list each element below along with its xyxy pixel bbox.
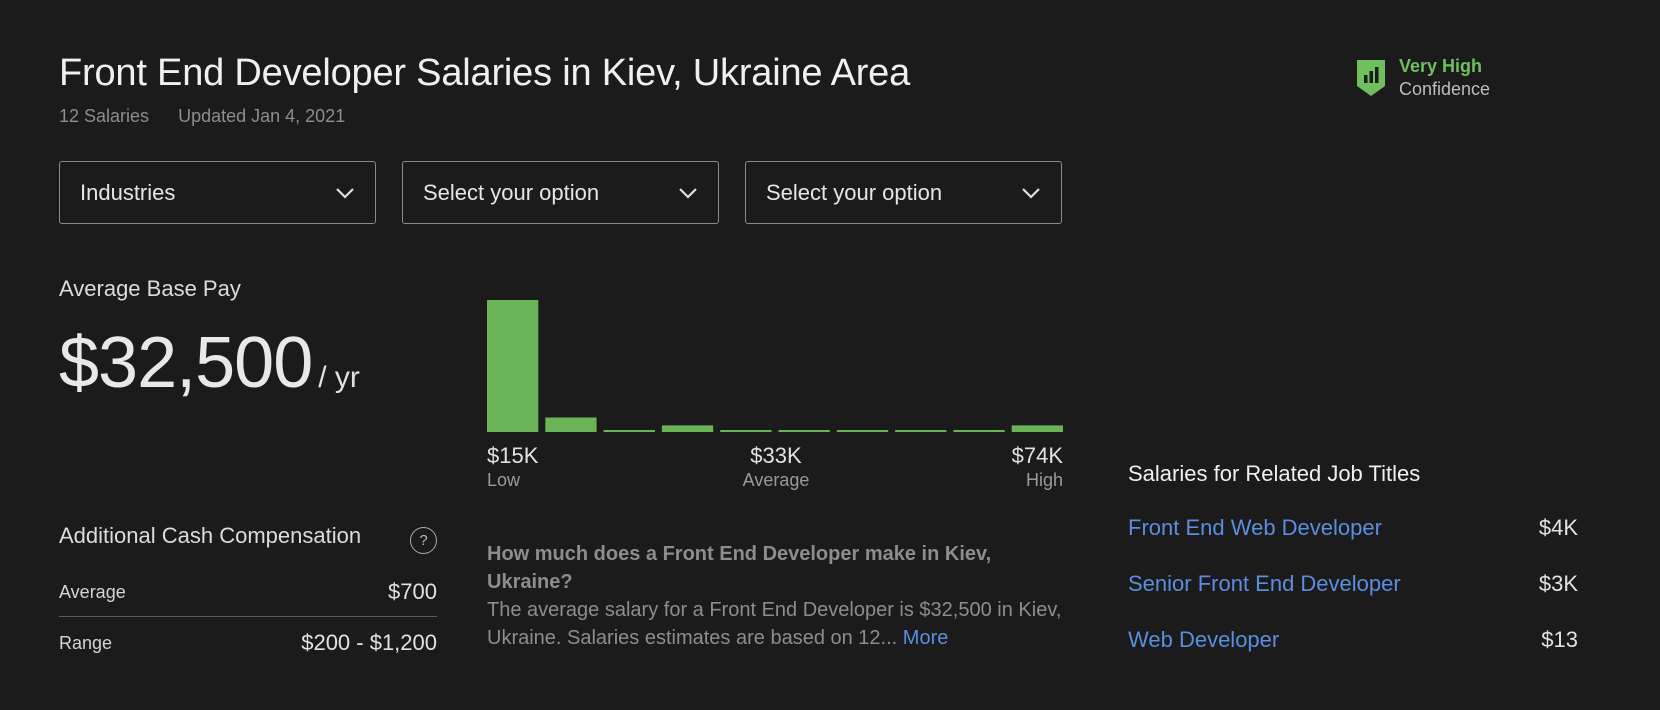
related-job-link[interactable]: Senior Front End Developer	[1128, 571, 1401, 597]
dropdown-label: Select your option	[423, 179, 600, 205]
salary-faq: How much does a Front End Developer make…	[487, 540, 1067, 652]
confidence-badge: Very High Confidence	[1355, 55, 1490, 101]
chevron-down-icon	[679, 187, 697, 199]
updated-date: Updated Jan 4, 2021	[178, 106, 346, 126]
option-dropdown-1[interactable]: Select your option	[402, 161, 719, 224]
additional-cash-title: Additional Cash Compensation	[59, 523, 362, 548]
row-divider	[59, 616, 437, 617]
dropdown-label: Select your option	[766, 179, 943, 205]
axis-low-value: $15K	[487, 443, 539, 468]
histogram-bar	[603, 430, 655, 432]
chevron-down-icon	[1022, 187, 1040, 199]
additional-cash-range-row: Range $200 - $1,200	[59, 627, 437, 659]
faq-question: How much does a Front End Developer make…	[487, 543, 992, 593]
related-job-item: Web Developer $13	[1128, 627, 1578, 653]
salary-count: 12 Salaries	[59, 106, 150, 126]
related-job-pay: $4K	[1538, 515, 1578, 540]
dropdown-label: Industries	[80, 179, 176, 205]
option-dropdown-2[interactable]: Select your option	[745, 161, 1062, 224]
additional-cash-average-row: Average $700	[59, 576, 437, 608]
question-circle-icon[interactable]: ?	[410, 527, 437, 554]
axis-high: $74K High	[1003, 444, 1063, 492]
base-pay-label: Average Base Pay	[59, 276, 241, 301]
row-value: $700	[388, 579, 437, 604]
histogram-bar	[661, 425, 714, 432]
histogram-bar	[487, 300, 539, 432]
axis-low-label: Low	[487, 470, 521, 490]
axis-average: $33K Average	[741, 444, 811, 492]
chevron-down-icon	[336, 187, 354, 199]
axis-high-label: High	[1025, 470, 1063, 490]
related-job-pay: $3K	[1538, 571, 1578, 596]
histogram-bar	[720, 430, 772, 432]
histogram-bar	[953, 430, 1005, 432]
industries-dropdown[interactable]: Industries	[59, 161, 376, 224]
related-job-item: Senior Front End Developer $3K	[1128, 571, 1578, 597]
row-label: Range	[59, 632, 113, 653]
related-job-link[interactable]: Front End Web Developer	[1128, 515, 1382, 541]
related-job-item: Front End Web Developer $4K	[1128, 515, 1578, 541]
confidence-text: Very High Confidence	[1399, 55, 1490, 101]
related-job-link[interactable]: Web Developer	[1128, 627, 1279, 653]
more-link[interactable]: More	[903, 627, 949, 649]
histogram-bar	[545, 417, 597, 432]
base-pay-value: $32,500/ yr	[59, 322, 360, 404]
row-label: Average	[59, 581, 126, 602]
axis-high-value: $74K	[1011, 443, 1063, 468]
related-titles-heading: Salaries for Related Job Titles	[1128, 461, 1421, 486]
histogram-bar	[836, 430, 889, 432]
row-value: $200 - $1,200	[301, 630, 437, 655]
base-pay-unit: / yr	[318, 361, 360, 394]
histogram-bar	[895, 430, 947, 432]
axis-average-label: Average	[742, 470, 810, 490]
confidence-level: Very High	[1399, 56, 1483, 76]
axis-average-value: $33K	[750, 443, 802, 468]
page-title: Front End Developer Salaries in Kiev, Uk…	[59, 52, 911, 94]
shield-chart-icon	[1357, 60, 1385, 96]
faq-answer-block: The average salary for a Front End Devel…	[487, 596, 1067, 652]
salary-page: Front End Developer Salaries in Kiev, Uk…	[0, 0, 1660, 710]
salary-histogram	[487, 300, 1063, 432]
confidence-label: Confidence	[1399, 79, 1491, 99]
histogram-bar	[778, 430, 830, 432]
histogram-bar	[1011, 425, 1063, 432]
faq-answer: The average salary for a Front End Devel…	[487, 599, 1062, 649]
base-pay-amount: $32,500	[59, 323, 313, 403]
related-job-pay: $13	[1541, 627, 1578, 652]
axis-low: $15K Low	[487, 444, 538, 492]
page-meta: 12 Salaries Updated Jan 4, 2021	[59, 106, 345, 127]
